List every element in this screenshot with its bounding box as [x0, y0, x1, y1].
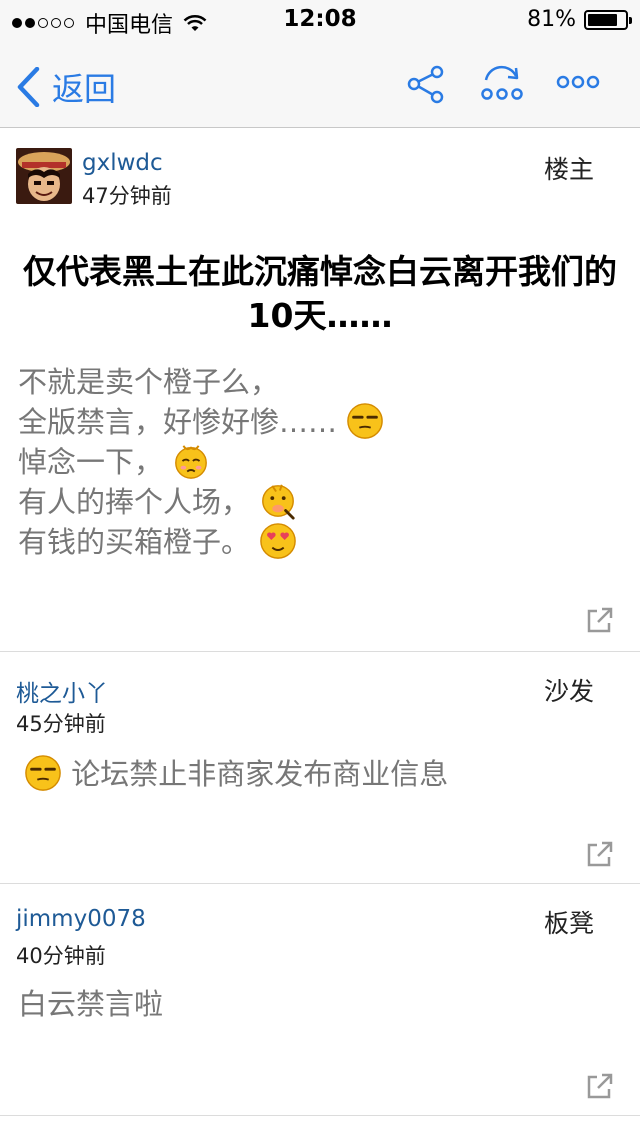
- external-link-icon[interactable]: [586, 1072, 614, 1100]
- crying-emoji-icon: [175, 445, 208, 479]
- post-body: 白云禁言啦: [18, 984, 618, 1024]
- back-label: 返回: [52, 70, 117, 108]
- status-bar: 中国电信 12:08 81%: [0, 0, 640, 40]
- more-icon[interactable]: [556, 72, 600, 92]
- post-item: gxlwdc 47分钟前 楼主 仅代表黑土在此沉痛悼念白云离开我们的10天…… …: [0, 128, 640, 652]
- floor-label: 楼主: [543, 155, 594, 184]
- post-line: 悼念一下，: [18, 442, 618, 482]
- post-username[interactable]: gxlwdc: [82, 150, 163, 176]
- post-line-text: 悼念一下，: [18, 445, 164, 479]
- bored-emoji-icon: [347, 403, 384, 439]
- post-line-text: 全版禁言，好惨好惨……: [18, 405, 338, 439]
- post-body: 不就是卖个橙子么， 全版禁言，好惨好惨…… 悼念一下， 有人的捧个人场， 有钱的…: [18, 362, 618, 562]
- post-time: 47分钟前: [82, 184, 172, 208]
- post-username[interactable]: 桃之小丫: [16, 674, 108, 708]
- post-text: 白云禁言啦: [18, 987, 164, 1021]
- chevron-left-icon: [17, 67, 40, 107]
- thinking-emoji-icon: [262, 484, 295, 520]
- post-line: 不就是卖个橙子么，: [18, 362, 618, 402]
- status-right: 81%: [527, 7, 632, 32]
- post-text: 论坛禁止非商家发布商业信息: [71, 757, 449, 791]
- floor-label: 板凳: [543, 909, 594, 938]
- external-link-icon[interactable]: [586, 606, 614, 634]
- post-line: 全版禁言，好惨好惨……: [18, 402, 618, 442]
- floor-label: 沙发: [543, 677, 594, 706]
- navigation-bar: 返回: [0, 40, 640, 128]
- post-item: 桃之小丫 45分钟前 沙发 论坛禁止非商家发布商业信息: [0, 652, 640, 884]
- heart-eyes-emoji-icon: [260, 523, 297, 559]
- post-line-text: 有人的捧个人场，: [18, 485, 251, 519]
- refresh-icon[interactable]: [480, 62, 524, 104]
- battery-icon: [584, 9, 632, 30]
- post-body: 论坛禁止非商家发布商业信息: [24, 754, 624, 794]
- post-line: 有钱的买箱橙子。: [18, 522, 618, 562]
- share-icon[interactable]: [406, 64, 446, 104]
- post-time: 40分钟前: [16, 944, 106, 968]
- post-title: 仅代表黑土在此沉痛悼念白云离开我们的10天……: [23, 252, 617, 335]
- post-line-text: 不就是卖个橙子么，: [18, 365, 280, 399]
- post-username[interactable]: jimmy0078: [16, 906, 146, 932]
- post-line: 有人的捧个人场，: [18, 482, 618, 522]
- post-time: 45分钟前: [16, 712, 106, 736]
- bored-emoji-icon: [25, 755, 61, 791]
- post-item: jimmy0078 40分钟前 板凳 白云禁言啦: [0, 884, 640, 1116]
- battery-percent: 81%: [527, 7, 576, 32]
- external-link-icon[interactable]: [586, 840, 614, 868]
- avatar[interactable]: [16, 148, 72, 204]
- back-button[interactable]: 返回: [16, 64, 116, 110]
- post-line-text: 有钱的买箱橙子。: [18, 525, 251, 559]
